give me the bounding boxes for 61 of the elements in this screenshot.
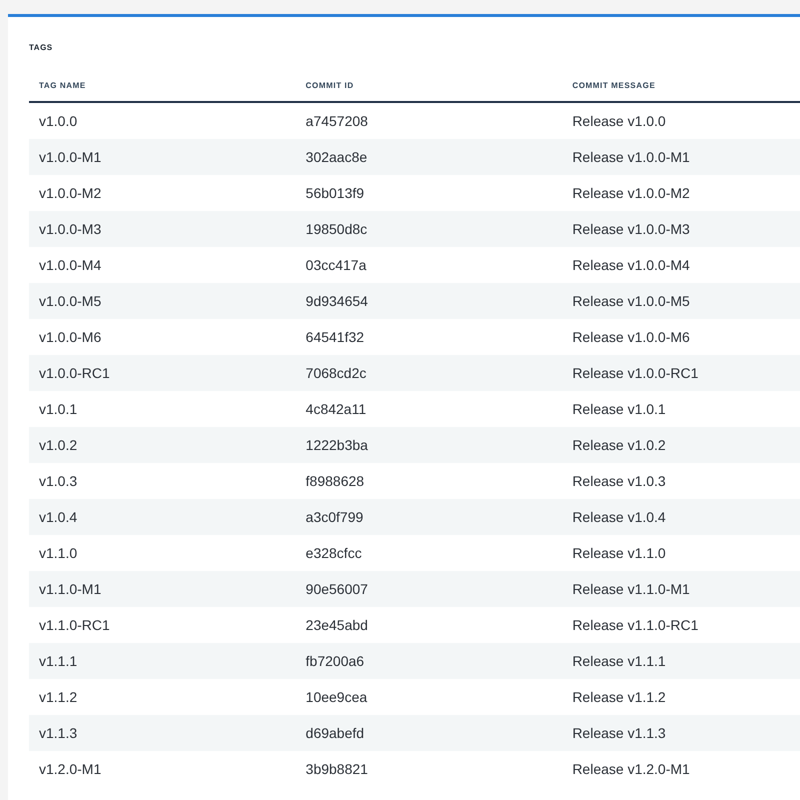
commit-id: 7068cd2c (306, 365, 366, 381)
tag-name: v1.0.1 (39, 401, 78, 417)
tag-name: v1.1.3 (39, 725, 78, 741)
panel-title: TAGS (29, 43, 53, 52)
commit-id: 10ee9cea (306, 689, 368, 705)
commit-message: Release v1.1.1 (572, 653, 666, 669)
commit-message: Release v1.0.0-M3 (572, 221, 690, 237)
column-header: COMMIT ID (306, 81, 354, 90)
commit-message: Release v1.0.0-M1 (572, 149, 690, 165)
tag-name: v1.0.0 (39, 113, 78, 129)
tag-name: v1.0.0-M4 (39, 257, 102, 273)
tag-name: v1.0.0-M6 (39, 329, 102, 345)
commit-message: Release v1.0.0-M6 (572, 329, 690, 345)
commit-message: Release v1.0.0-M4 (572, 257, 690, 273)
tag-name: v1.1.2 (39, 689, 78, 705)
tag-name: v1.0.0-M1 (39, 149, 102, 165)
commit-message: Release v1.0.1 (572, 401, 666, 417)
commit-id: 3b9b8821 (306, 761, 368, 777)
commit-id: 9d934654 (306, 293, 368, 309)
commit-id: a7457208 (306, 113, 368, 129)
tag-name: v1.0.0-M2 (39, 185, 102, 201)
commit-message: Release v1.1.0-M1 (572, 581, 690, 597)
column-header: COMMIT MESSAGE (572, 81, 656, 90)
commit-message: Release v1.0.0-RC1 (572, 365, 698, 381)
commit-id: 64541f32 (306, 329, 364, 345)
commit-id: 56b013f9 (306, 185, 364, 201)
tag-name: v1.0.0-RC1 (39, 365, 110, 381)
tag-name: v1.1.0 (39, 545, 78, 561)
tag-name: v1.0.3 (39, 473, 78, 489)
commit-message: Release v1.1.0-RC1 (572, 617, 698, 633)
commit-id: 1222b3ba (306, 437, 368, 453)
commit-id: d69abefd (306, 725, 364, 741)
tag-name: v1.1.0-RC1 (39, 617, 110, 633)
commit-message: Release v1.0.4 (572, 509, 666, 525)
commit-message: Release v1.0.0-M2 (572, 185, 690, 201)
tag-name: v1.0.0-M3 (39, 221, 102, 237)
commit-message: Release v1.0.0-M5 (572, 293, 690, 309)
commit-id: 302aac8e (306, 149, 368, 165)
commit-id: 19850d8c (306, 221, 368, 237)
commit-message: Release v1.0.2 (572, 437, 666, 453)
tag-name: v1.0.4 (39, 509, 78, 525)
commit-message: Release v1.1.0 (572, 545, 666, 561)
commit-id: 23e45abd (306, 617, 368, 633)
tag-name: v1.0.2 (39, 437, 78, 453)
commit-message: Release v1.0.0 (572, 113, 666, 129)
commit-id: 90e56007 (306, 581, 368, 597)
commit-message: Release v1.2.0-M1 (572, 761, 690, 777)
commit-id: f8988628 (306, 473, 364, 489)
commit-id: a3c0f799 (306, 509, 364, 525)
column-header: TAG NAME (39, 81, 86, 90)
commit-id: 03cc417a (306, 257, 366, 273)
commit-id: 4c842a11 (306, 401, 366, 417)
commit-id: e328cfcc (306, 545, 362, 561)
tag-name: v1.0.0-M5 (39, 293, 102, 309)
commit-id: fb7200a6 (306, 653, 364, 669)
commit-message: Release v1.1.2 (572, 689, 666, 705)
tag-name: v1.2.0-M1 (39, 761, 102, 777)
tag-name: v1.1.0-M1 (39, 581, 102, 597)
commit-message: Release v1.1.3 (572, 725, 666, 741)
tag-name: v1.1.1 (39, 653, 78, 669)
commit-message: Release v1.0.3 (572, 473, 666, 489)
